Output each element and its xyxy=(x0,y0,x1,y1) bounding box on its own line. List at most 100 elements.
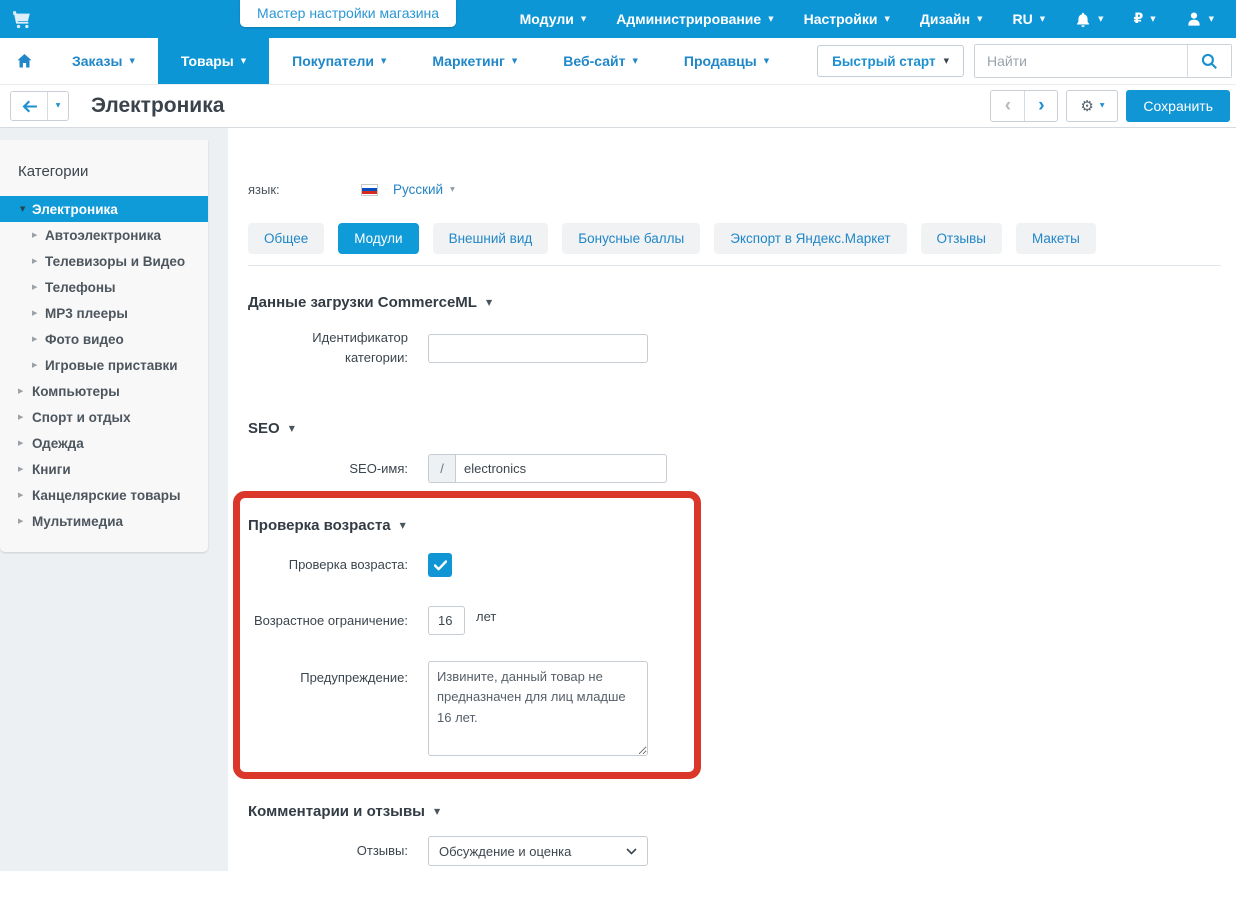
age-verification-checkbox[interactable] xyxy=(428,553,452,577)
home-button[interactable] xyxy=(0,38,49,84)
tab-general[interactable]: Общее xyxy=(248,223,324,254)
sidebar-item-label: Игровые приставки xyxy=(0,358,178,373)
nav-item-website[interactable]: Веб-сайт ▼ xyxy=(540,38,661,84)
sidebar-item-game-consoles[interactable]: ▶ Игровые приставки xyxy=(0,352,208,378)
reviews-label: Отзывы: xyxy=(248,841,408,861)
age-verification-label: Проверка возраста: xyxy=(248,555,408,575)
currency-menu[interactable]: ₽ ▼ xyxy=(1133,11,1155,27)
topbar-menu-label: Настройки xyxy=(804,11,878,27)
sidebar-item-computers[interactable]: ▶ Компьютеры xyxy=(0,378,208,404)
section-heading-seo[interactable]: SEO ▼ xyxy=(248,420,1220,437)
cart-icon[interactable] xyxy=(12,10,31,29)
left-column: Категории ▼ Электроника ▶ Автоэлектроник… xyxy=(0,127,228,871)
topbar-menu-design[interactable]: Дизайн ▼ xyxy=(920,11,983,27)
nav-item-products[interactable]: Товары ▼ xyxy=(158,38,269,84)
user-menu[interactable]: ▼ xyxy=(1186,11,1214,27)
section-heading-age-verification[interactable]: Проверка возраста ▼ xyxy=(248,517,1220,534)
next-item-button[interactable]: › xyxy=(1024,91,1057,121)
search-group xyxy=(974,44,1232,78)
search-button[interactable] xyxy=(1187,45,1231,77)
seo-name-label: SEO-имя: xyxy=(248,459,408,479)
tab-addons[interactable]: Модули xyxy=(338,223,418,254)
search-icon xyxy=(1201,53,1218,70)
topbar-menu-administration[interactable]: Администрирование ▼ xyxy=(616,11,773,27)
topbar-menu-label: Администрирование xyxy=(616,11,761,27)
nav-item-customers[interactable]: Покупатели ▼ xyxy=(269,38,409,84)
section-heading-label: SEO xyxy=(248,420,280,437)
sidebar-item-photo-video[interactable]: ▶ Фото видео xyxy=(0,326,208,352)
caret-expanded-icon: ▼ xyxy=(20,205,25,213)
back-arrow-icon xyxy=(22,100,37,113)
sidebar-item-label: Книги xyxy=(0,462,71,477)
search-input[interactable] xyxy=(975,45,1187,77)
sidebar-item-tv-video[interactable]: ▶ Телевизоры и Видео xyxy=(0,248,208,274)
nav-item-label: Маркетинг xyxy=(432,53,505,69)
tab-layouts[interactable]: Макеты xyxy=(1016,223,1096,254)
prev-item-button[interactable]: ‹ xyxy=(991,91,1024,121)
language-code-label: RU xyxy=(1012,11,1032,27)
chevron-down-icon: ▼ xyxy=(1209,16,1214,23)
nav-item-vendors[interactable]: Продавцы ▼ xyxy=(661,38,792,84)
save-button[interactable]: Сохранить xyxy=(1126,90,1230,122)
caret-collapsed-icon: ▶ xyxy=(18,413,23,421)
reviews-select[interactable]: Обсуждение и оценка xyxy=(428,836,648,866)
ruble-icon: ₽ xyxy=(1133,11,1143,27)
chevron-down-icon: ▼ xyxy=(1098,16,1103,23)
nav-item-marketing[interactable]: Маркетинг ▼ xyxy=(409,38,540,84)
chevron-down-icon: ▼ xyxy=(977,16,982,23)
page-body: Категории ▼ Электроника ▶ Автоэлектроник… xyxy=(0,127,1236,915)
sidebar-item-sport[interactable]: ▶ Спорт и отдых xyxy=(0,404,208,430)
tab-reviews[interactable]: Отзывы xyxy=(921,223,1002,254)
user-icon xyxy=(1186,11,1202,27)
sidebar-item-books[interactable]: ▶ Книги xyxy=(0,456,208,482)
sidebar-item-electronics[interactable]: ▼ Электроника xyxy=(0,196,208,222)
chevron-down-icon: ▼ xyxy=(884,16,889,23)
chevron-down-icon: ▼ xyxy=(450,187,455,193)
back-dropdown-button[interactable]: ▼ xyxy=(47,92,68,120)
back-button[interactable] xyxy=(11,92,47,120)
age-limit-input[interactable] xyxy=(428,606,465,635)
home-icon xyxy=(16,53,33,69)
chevron-down-icon: ▼ xyxy=(581,16,586,23)
category-id-input[interactable] xyxy=(428,334,648,363)
tab-reward-points[interactable]: Бонусные баллы xyxy=(562,223,700,254)
topbar-menu-addons[interactable]: Модули ▼ xyxy=(520,11,587,27)
nav-item-orders[interactable]: Заказы ▼ xyxy=(49,38,158,84)
section-heading-comments-reviews[interactable]: Комментарии и отзывы ▼ xyxy=(248,803,1220,820)
tab-yandex-market-export[interactable]: Экспорт в Яндекс.Маркет xyxy=(714,223,906,254)
settings-gear-button[interactable]: ⚙ ▼ xyxy=(1066,90,1118,122)
quick-start-button[interactable]: Быстрый старт ▼ xyxy=(817,45,964,77)
sidebar-item-car-electronics[interactable]: ▶ Автоэлектроника xyxy=(0,222,208,248)
nav-item-label: Заказы xyxy=(72,53,122,69)
store-setup-wizard-button[interactable]: Мастер настройки магазина xyxy=(240,0,456,27)
sidebar-item-mp3-players[interactable]: ▶ MP3 плееры xyxy=(0,300,208,326)
chevron-down-icon: ▼ xyxy=(56,103,61,109)
bell-icon xyxy=(1075,11,1091,28)
seo-name-input[interactable] xyxy=(455,454,667,483)
sidebar-item-multimedia[interactable]: ▶ Мультимедиа xyxy=(0,508,208,534)
section-heading-commerceml[interactable]: Данные загрузки CommerceML ▼ xyxy=(248,294,1220,311)
section-heading-label: Данные загрузки CommerceML xyxy=(248,294,477,311)
tab-appearance[interactable]: Внешний вид xyxy=(433,223,549,254)
sidebar-header: Категории xyxy=(0,140,208,196)
sidebar-item-phones[interactable]: ▶ Телефоны xyxy=(0,274,208,300)
nav-item-label: Продавцы xyxy=(684,53,757,69)
reviews-selected-value: Обсуждение и оценка xyxy=(439,844,571,859)
notifications-menu[interactable]: ▼ xyxy=(1075,11,1103,28)
sidebar-item-label: Электроника xyxy=(0,202,118,217)
main-navbar: Заказы ▼ Товары ▼ Покупатели ▼ Маркетинг… xyxy=(0,38,1236,85)
language-selector[interactable]: RU ▼ xyxy=(1012,11,1045,27)
caret-collapsed-icon: ▶ xyxy=(32,309,37,317)
chevron-down-icon: ▼ xyxy=(241,58,246,65)
language-selector-content[interactable]: Русский ▼ xyxy=(361,182,455,197)
topbar: Мастер настройки магазина Модули ▼ Админ… xyxy=(0,0,1236,38)
sidebar-item-label: Канцелярские товары xyxy=(0,488,180,503)
chevron-down-icon: ▼ xyxy=(1100,103,1105,109)
caret-collapsed-icon: ▶ xyxy=(32,361,37,369)
chevron-down-icon: ▼ xyxy=(434,808,440,816)
topbar-menu-settings[interactable]: Настройки ▼ xyxy=(804,11,890,27)
sidebar-item-clothes[interactable]: ▶ Одежда xyxy=(0,430,208,456)
sidebar-item-stationery[interactable]: ▶ Канцелярские товары xyxy=(0,482,208,508)
warning-message-textarea[interactable]: Извините, данный товар не предназначен д… xyxy=(428,661,648,756)
sidebar-item-label: Телефоны xyxy=(0,280,116,295)
